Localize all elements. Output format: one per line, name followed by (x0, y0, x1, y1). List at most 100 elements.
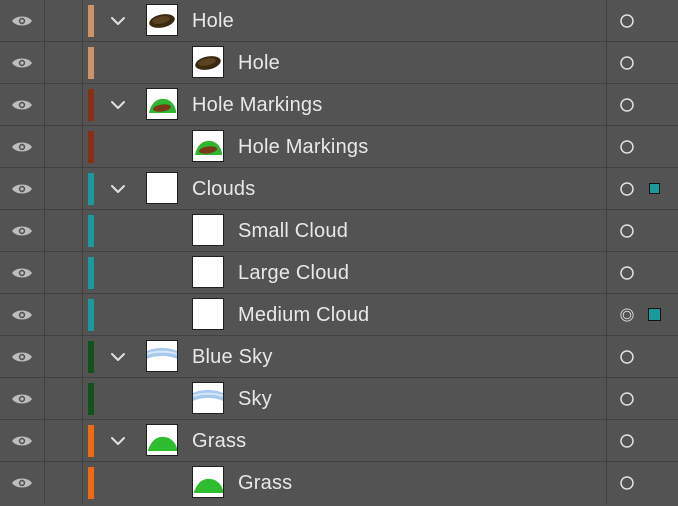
column-divider (606, 336, 607, 377)
layer-name[interactable]: Small Cloud (238, 210, 348, 252)
lock-toggle[interactable] (45, 168, 83, 209)
visibility-toggle[interactable] (0, 336, 45, 377)
selection-indicator[interactable] (649, 183, 660, 194)
layer-name[interactable]: Hole (192, 0, 234, 42)
eye-icon (11, 266, 33, 280)
layer-row[interactable]: Grass (0, 420, 678, 462)
target-circle-icon[interactable] (620, 266, 634, 280)
layer-thumbnail (192, 46, 224, 78)
column-divider (606, 84, 607, 125)
layer-name[interactable]: Grass (238, 462, 292, 504)
column-divider (606, 378, 607, 419)
layer-color-strip (88, 383, 94, 415)
chevron-down-icon[interactable] (108, 347, 128, 367)
sublayer-row[interactable]: Grass (0, 462, 678, 504)
layer-thumbnail (146, 340, 178, 372)
visibility-toggle[interactable] (0, 420, 45, 461)
eye-icon (11, 476, 33, 490)
layer-color-strip (88, 215, 94, 247)
lock-toggle[interactable] (45, 84, 83, 125)
layer-thumbnail (192, 214, 224, 246)
lock-toggle[interactable] (45, 378, 83, 419)
column-divider (606, 252, 607, 293)
eye-icon (11, 434, 33, 448)
layer-color-strip (88, 5, 94, 37)
visibility-toggle[interactable] (0, 168, 45, 209)
layer-thumbnail (192, 466, 224, 498)
layer-color-strip (88, 131, 94, 163)
layers-panel: Hole Hole Hole Markings Hole Markings Clouds… (0, 0, 678, 506)
layer-color-strip (88, 425, 94, 457)
column-divider (606, 210, 607, 251)
visibility-toggle[interactable] (0, 126, 45, 167)
lock-toggle[interactable] (45, 0, 83, 41)
visibility-toggle[interactable] (0, 294, 45, 335)
target-circle-icon[interactable] (620, 350, 634, 364)
layer-name[interactable]: Sky (238, 378, 272, 420)
layer-name[interactable]: Large Cloud (238, 252, 349, 294)
layer-row[interactable]: Hole (0, 0, 678, 42)
eye-icon (11, 224, 33, 238)
target-circle-icon[interactable] (620, 224, 634, 238)
layer-color-strip (88, 467, 94, 499)
sublayer-row[interactable]: Hole (0, 42, 678, 84)
layer-name[interactable]: Medium Cloud (238, 294, 369, 336)
target-ring-icon[interactable] (620, 308, 634, 322)
chevron-down-icon[interactable] (108, 95, 128, 115)
lock-toggle[interactable] (45, 126, 83, 167)
lock-toggle[interactable] (45, 336, 83, 377)
layer-row[interactable]: Blue Sky (0, 336, 678, 378)
column-divider (606, 42, 607, 83)
sublayer-row[interactable]: Hole Markings (0, 126, 678, 168)
layer-color-strip (88, 341, 94, 373)
column-divider (606, 0, 607, 41)
sublayer-row[interactable]: Medium Cloud (0, 294, 678, 336)
layer-row[interactable]: Hole Markings (0, 84, 678, 126)
lock-toggle[interactable] (45, 462, 83, 504)
layer-thumbnail (146, 88, 178, 120)
layer-name[interactable]: Hole (238, 42, 280, 84)
target-circle-icon[interactable] (620, 56, 634, 70)
visibility-toggle[interactable] (0, 42, 45, 83)
target-circle-icon[interactable] (620, 434, 634, 448)
lock-toggle[interactable] (45, 252, 83, 293)
layer-name[interactable]: Grass (192, 420, 246, 462)
lock-toggle[interactable] (45, 42, 83, 83)
sublayer-row[interactable]: Sky (0, 378, 678, 420)
visibility-toggle[interactable] (0, 252, 45, 293)
visibility-toggle[interactable] (0, 378, 45, 419)
layer-name[interactable]: Hole Markings (238, 126, 368, 168)
chevron-down-icon[interactable] (108, 179, 128, 199)
chevron-down-icon[interactable] (108, 11, 128, 31)
eye-icon (11, 392, 33, 406)
layer-name[interactable]: Hole Markings (192, 84, 322, 126)
target-circle-icon[interactable] (620, 14, 634, 28)
target-circle-icon[interactable] (620, 140, 634, 154)
visibility-toggle[interactable] (0, 462, 45, 504)
layer-color-strip (88, 257, 94, 289)
selection-indicator[interactable] (648, 308, 661, 321)
lock-toggle[interactable] (45, 210, 83, 251)
lock-toggle[interactable] (45, 294, 83, 335)
layer-thumbnail (192, 382, 224, 414)
eye-icon (11, 56, 33, 70)
layer-color-strip (88, 47, 94, 79)
chevron-down-icon[interactable] (108, 431, 128, 451)
visibility-toggle[interactable] (0, 0, 45, 41)
visibility-toggle[interactable] (0, 84, 45, 125)
layer-color-strip (88, 299, 94, 331)
layer-name[interactable]: Clouds (192, 168, 255, 210)
layer-name[interactable]: Blue Sky (192, 336, 273, 378)
lock-toggle[interactable] (45, 420, 83, 461)
column-divider (606, 126, 607, 167)
column-divider (606, 168, 607, 209)
layer-color-strip (88, 173, 94, 205)
target-circle-icon[interactable] (620, 98, 634, 112)
target-circle-icon[interactable] (620, 182, 634, 196)
visibility-toggle[interactable] (0, 210, 45, 251)
sublayer-row[interactable]: Large Cloud (0, 252, 678, 294)
layer-row[interactable]: Clouds (0, 168, 678, 210)
target-circle-icon[interactable] (620, 392, 634, 406)
target-circle-icon[interactable] (620, 476, 634, 490)
sublayer-row[interactable]: Small Cloud (0, 210, 678, 252)
